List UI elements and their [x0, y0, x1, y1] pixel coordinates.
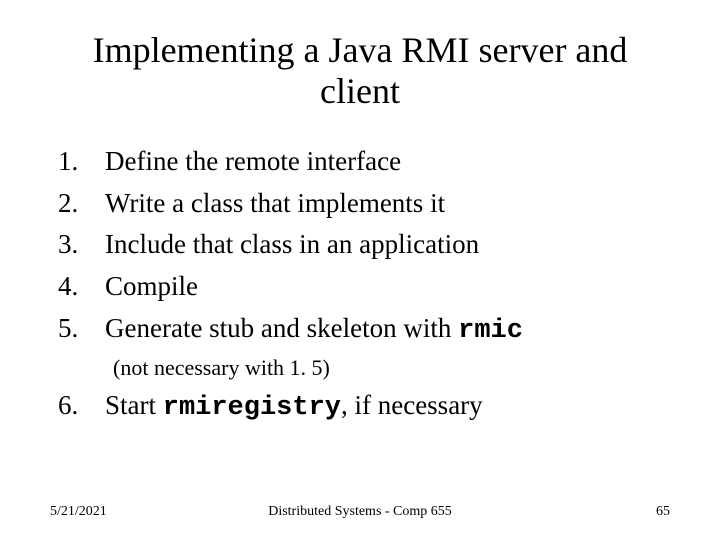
- note-text: (not necessary with 1. 5): [113, 355, 670, 381]
- footer-page: 65: [656, 504, 670, 520]
- item-number: 3.: [50, 226, 105, 264]
- list-item: 3. Include that class in an application: [50, 226, 670, 264]
- steps-list-cont: 6. Start rmiregistry, if necessary: [50, 387, 670, 428]
- list-item: 4. Compile: [50, 268, 670, 306]
- list-item: 5. Generate stub and skeleton with rmic: [50, 310, 670, 351]
- list-item: 6. Start rmiregistry, if necessary: [50, 387, 670, 428]
- item-number: 5.: [50, 310, 105, 351]
- item-text: Compile: [105, 268, 670, 306]
- item-text: Define the remote interface: [105, 143, 670, 181]
- footer-date: 5/21/2021: [50, 504, 107, 520]
- code-rmiregistry: rmiregistry: [163, 393, 341, 423]
- item-number: 6.: [50, 387, 105, 428]
- steps-list: 1. Define the remote interface 2. Write …: [50, 143, 670, 351]
- item-text: Write a class that implements it: [105, 185, 670, 223]
- item-number: 1.: [50, 143, 105, 181]
- list-item: 2. Write a class that implements it: [50, 185, 670, 223]
- list-item: 1. Define the remote interface: [50, 143, 670, 181]
- item-text: Include that class in an application: [105, 226, 670, 264]
- code-rmic: rmic: [458, 316, 523, 346]
- item-text: Start rmiregistry, if necessary: [105, 387, 670, 428]
- footer-course: Distributed Systems - Comp 655: [268, 504, 452, 520]
- footer: 5/21/2021 Distributed Systems - Comp 655…: [50, 504, 670, 520]
- item-text: Generate stub and skeleton with rmic: [105, 310, 670, 351]
- item-number: 4.: [50, 268, 105, 306]
- slide-title: Implementing a Java RMI server and clien…: [50, 30, 670, 113]
- item-number: 2.: [50, 185, 105, 223]
